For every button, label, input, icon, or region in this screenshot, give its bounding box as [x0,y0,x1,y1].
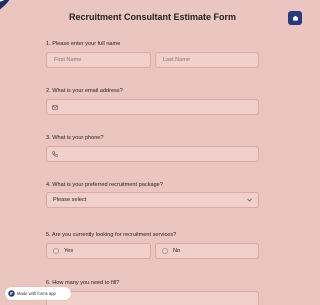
question-label-phone: 3. What is your phone? [46,135,104,141]
radio-label-yes: Yes [64,248,74,254]
radio-circle-no[interactable] [162,248,168,254]
question-label-services: 5. Are you currently looking for recruit… [46,232,177,238]
radio-label-no: No [173,248,181,254]
question-label-positions: 6. How many you need to fill? [46,280,120,286]
package-select[interactable]: Please select [46,192,259,208]
page-title: Recruitment Consultant Estimate Form [68,12,237,22]
email-field[interactable] [46,99,259,115]
positions-field[interactable] [46,291,259,305]
radio-circle-yes[interactable] [53,248,59,254]
question-label-email: 2. What is your email address? [46,88,123,94]
radio-option-yes[interactable]: Yes [46,243,151,259]
settings-button[interactable] [288,11,302,25]
first-name-placeholder: First Name [54,57,82,63]
email-icon [47,104,58,110]
phone-field[interactable] [46,146,259,162]
last-name-placeholder: Last Name [163,57,191,63]
phone-icon [47,151,58,157]
made-with-badge[interactable]: Made with forms app [5,287,71,300]
forms-app-icon [8,290,15,297]
package-select-value: Please select [53,197,87,203]
question-label-name: 1. Please enter your full name [46,41,121,47]
settings-icon [292,15,298,21]
radio-option-no[interactable]: No [155,243,259,259]
first-name-field[interactable]: First Name [46,52,151,68]
last-name-field[interactable]: Last Name [155,52,259,68]
made-with-text: Made with forms app [17,291,56,296]
chevron-down-icon [247,198,258,202]
question-label-package: 4. What is your preferred recruitment pa… [46,182,163,188]
